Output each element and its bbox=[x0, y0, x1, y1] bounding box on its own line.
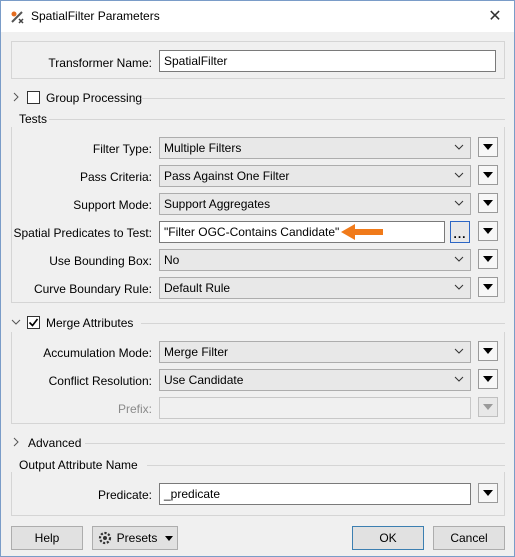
conflict-resolution-select[interactable]: Use Candidate bbox=[159, 369, 471, 391]
dialog-window: SpatialFilter Parameters ✕ Transformer N… bbox=[0, 0, 515, 557]
triangle-down-icon bbox=[483, 348, 493, 354]
chevron-down-icon bbox=[454, 284, 464, 290]
spatial-predicates-menu-button[interactable] bbox=[478, 221, 498, 241]
close-icon[interactable]: ✕ bbox=[484, 5, 506, 27]
presets-button[interactable]: Presets bbox=[92, 526, 178, 550]
curve-boundary-select[interactable]: Default Rule bbox=[159, 277, 471, 299]
checkmark-icon bbox=[28, 318, 39, 327]
divider bbox=[141, 323, 505, 324]
use-bounding-box-label: Use Bounding Box: bbox=[49, 254, 152, 268]
transformer-name-input[interactable]: SpatialFilter bbox=[159, 50, 496, 72]
chevron-down-icon bbox=[454, 144, 464, 150]
spatial-predicates-label: Spatial Predicates to Test: bbox=[13, 226, 152, 240]
pass-criteria-select[interactable]: Pass Against One Filter bbox=[159, 165, 471, 187]
cancel-button[interactable]: Cancel bbox=[433, 526, 505, 550]
chevron-down-icon bbox=[454, 200, 464, 206]
prefix-menu-button[interactable] bbox=[478, 397, 498, 417]
chevron-down-icon bbox=[454, 376, 464, 382]
divider bbox=[147, 465, 505, 466]
chevron-right-icon[interactable] bbox=[12, 92, 20, 102]
accumulation-mode-value: Merge Filter bbox=[164, 345, 229, 359]
triangle-down-icon bbox=[165, 535, 174, 541]
triangle-down-icon bbox=[483, 200, 493, 206]
title-bar: SpatialFilter Parameters ✕ bbox=[1, 1, 514, 32]
accumulation-mode-select[interactable]: Merge Filter bbox=[159, 341, 471, 363]
help-button[interactable]: Help bbox=[11, 526, 83, 550]
prefix-input[interactable] bbox=[159, 397, 471, 419]
divider bbox=[49, 119, 505, 120]
filter-type-label: Filter Type: bbox=[92, 142, 152, 156]
filter-type-value: Multiple Filters bbox=[164, 141, 242, 155]
accumulation-mode-menu-button[interactable] bbox=[478, 341, 498, 361]
curve-boundary-menu-button[interactable] bbox=[478, 277, 498, 297]
filter-type-menu-button[interactable] bbox=[478, 137, 498, 157]
use-bounding-box-select[interactable]: No bbox=[159, 249, 471, 271]
browse-button[interactable]: ... bbox=[450, 221, 470, 243]
output-heading: Output Attribute Name bbox=[19, 458, 138, 472]
conflict-resolution-menu-button[interactable] bbox=[478, 369, 498, 389]
transformer-name-label: Transformer Name: bbox=[48, 56, 152, 70]
pass-criteria-value: Pass Against One Filter bbox=[164, 169, 290, 183]
prefix-label: Prefix: bbox=[117, 402, 152, 416]
support-mode-label: Support Mode: bbox=[73, 198, 152, 212]
chevron-right-icon[interactable] bbox=[12, 437, 20, 447]
tests-heading: Tests bbox=[19, 112, 48, 126]
use-bounding-box-value: No bbox=[164, 253, 180, 267]
support-mode-select[interactable]: Support Aggregates bbox=[159, 193, 471, 215]
triangle-down-icon bbox=[483, 490, 493, 496]
divider bbox=[141, 98, 505, 99]
support-mode-value: Support Aggregates bbox=[164, 197, 271, 211]
chevron-down-icon[interactable] bbox=[11, 318, 21, 326]
chevron-down-icon bbox=[454, 256, 464, 262]
pass-criteria-menu-button[interactable] bbox=[478, 165, 498, 185]
spatialfilter-icon bbox=[11, 11, 24, 24]
curve-boundary-value: Default Rule bbox=[164, 281, 231, 295]
triangle-down-icon bbox=[483, 284, 493, 290]
filter-type-select[interactable]: Multiple Filters bbox=[159, 137, 471, 159]
gear-icon bbox=[98, 531, 111, 545]
window-title: SpatialFilter Parameters bbox=[31, 9, 160, 23]
chevron-down-icon bbox=[454, 348, 464, 354]
cancel-button-label: Cancel bbox=[450, 531, 488, 545]
merge-attributes-checkbox[interactable] bbox=[27, 316, 40, 329]
advanced-label[interactable]: Advanced bbox=[28, 436, 81, 450]
ok-button-label: OK bbox=[379, 531, 397, 545]
conflict-resolution-label: Conflict Resolution: bbox=[48, 374, 152, 388]
triangle-down-icon bbox=[483, 376, 493, 382]
ok-button[interactable]: OK bbox=[352, 526, 424, 550]
accumulation-mode-label: Accumulation Mode: bbox=[43, 346, 152, 360]
presets-button-label: Presets bbox=[116, 531, 158, 545]
conflict-resolution-value: Use Candidate bbox=[164, 373, 244, 387]
group-processing-checkbox[interactable] bbox=[27, 91, 40, 104]
pass-criteria-label: Pass Criteria: bbox=[79, 170, 152, 184]
chevron-down-icon bbox=[454, 172, 464, 178]
curve-boundary-label: Curve Boundary Rule: bbox=[33, 282, 152, 296]
triangle-down-icon bbox=[483, 172, 493, 178]
help-button-label: Help bbox=[34, 531, 60, 545]
group-processing-label: Group Processing bbox=[46, 91, 143, 105]
predicate-input[interactable]: _predicate bbox=[159, 483, 471, 505]
support-mode-menu-button[interactable] bbox=[478, 193, 498, 213]
triangle-down-icon bbox=[483, 144, 493, 150]
merge-attributes-label: Merge Attributes bbox=[46, 316, 134, 330]
spatial-predicates-input[interactable]: "Filter OGC-Contains Candidate" bbox=[159, 221, 445, 243]
predicate-menu-button[interactable] bbox=[478, 483, 498, 503]
predicate-label: Predicate: bbox=[97, 488, 152, 502]
annotation-arrow-icon bbox=[341, 224, 383, 240]
use-bounding-box-menu-button[interactable] bbox=[478, 249, 498, 269]
divider bbox=[85, 443, 505, 444]
triangle-down-icon bbox=[483, 228, 493, 234]
triangle-down-icon bbox=[483, 256, 493, 262]
triangle-down-icon bbox=[483, 404, 493, 410]
